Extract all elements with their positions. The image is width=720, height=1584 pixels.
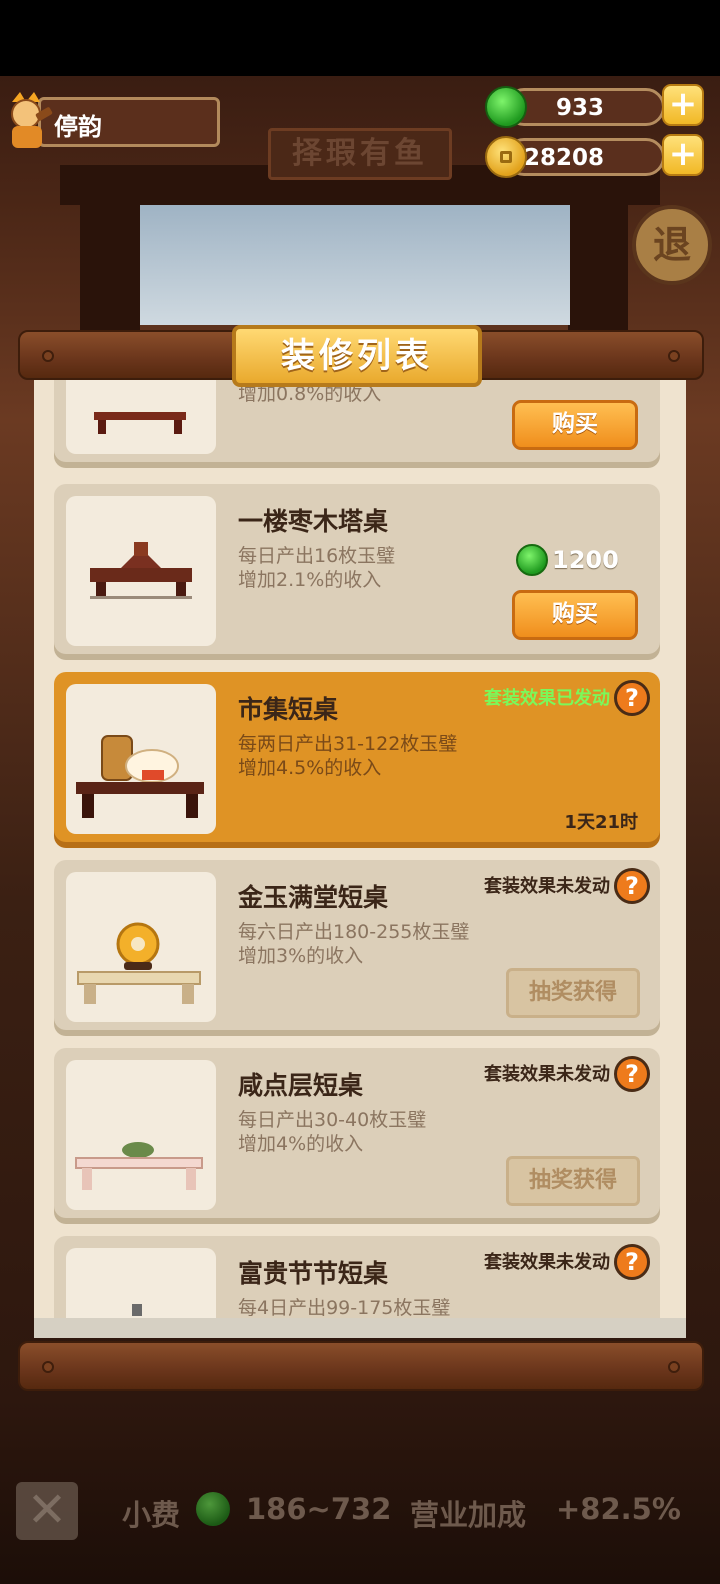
list-item[interactable]: 一楼枣木塔桌 每日产出16枚玉璧 增加2.1%的收入 1200 购买 [54,484,660,654]
coin-icon [485,136,527,178]
pin-icon [668,1361,680,1373]
set-effect-status: 套装效果未发动 [484,1252,610,1273]
add-jade-button[interactable]: + [662,84,704,126]
market-table-image [76,735,204,818]
dialog-title: 装修列表 [232,325,482,387]
table-image [132,1304,142,1316]
pin-icon [42,350,54,362]
item-name: 金玉满堂短桌 [238,883,389,912]
coin-counter: 428208 [505,138,665,176]
username: 停韵 [54,113,102,141]
background-sky [140,205,570,325]
price-value: 1200 [552,546,619,574]
list-item-selected[interactable]: 市集短桌 每两日产出31-122枚玉璧 增加4.5%的收入 套装效果已发动 ? … [54,672,660,842]
scroll-bottom-bar [18,1341,704,1391]
jade-icon [196,1492,230,1526]
tip-label: 小费 [122,1498,181,1532]
item-thumbnail [66,1248,216,1318]
buy-button[interactable]: 购买 [512,590,638,640]
jade-icon [516,544,548,576]
pagoda-table-image [90,542,192,599]
snack-table-image [75,1142,203,1190]
panel-bottom-edge [34,1318,686,1338]
item-thumbnail [66,872,216,1022]
remaining-time: 1天21时 [564,812,638,833]
decoration-list[interactable]: 增加0.8%的收入 购买 一楼枣木塔桌 每日产出16枚玉璧 增加2.1%的收入 … [34,376,686,1318]
lottery-button[interactable]: 抽奖获得 [506,1156,640,1206]
item-description: 每日产出16枚玉璧 增加2.1%的收入 [238,545,396,591]
item-description: 每4日产出99-175枚玉璧 [238,1297,451,1318]
background-pillar-right [568,200,628,340]
item-description: 每两日产出31-122枚玉璧 增加4.5%的收入 [238,733,458,779]
item-name: 富贵节节短桌 [238,1259,389,1288]
avatar-icon [11,92,53,148]
shop-sign: 择瑕有鱼 [268,128,452,180]
jade-icon [485,86,527,128]
list-item[interactable]: 咸点层短桌 每日产出30-40枚玉璧 增加4%的收入 套装效果未发动 ? 抽奖获… [54,1048,660,1218]
add-coin-button[interactable]: + [662,134,704,176]
help-icon[interactable]: ? [614,1244,650,1280]
help-icon[interactable]: ? [614,868,650,904]
avatar[interactable] [4,88,54,150]
buy-button[interactable]: 购买 [512,400,638,450]
list-item[interactable]: 增加0.8%的收入 购买 [54,376,660,462]
item-thumbnail [66,376,216,454]
game-screen: 择瑕有鱼 退 停韵 933 + 428208 + 增加0.8%的收入 购买 一楼… [0,0,720,1584]
set-effect-status: 套装效果已发动 [484,688,610,709]
coin-hole [500,151,512,163]
pin-icon [42,1361,54,1373]
item-thumbnail [66,1060,216,1210]
close-icon[interactable]: ✕ [16,1482,78,1540]
set-effect-status: 套装效果未发动 [484,1064,610,1085]
lottery-button[interactable]: 抽奖获得 [506,968,640,1018]
set-effect-status: 套装效果未发动 [484,876,610,897]
help-icon[interactable]: ? [614,680,650,716]
business-bonus-value: +82.5% [556,1492,681,1526]
item-thumbnail [66,496,216,646]
item-price: 1200 [516,544,619,576]
item-name: 咸点层短桌 [238,1071,364,1100]
list-item[interactable]: 金玉满堂短桌 每六日产出180-255枚玉璧 增加3%的收入 套装效果未发动 ?… [54,860,660,1030]
item-thumbnail [66,684,216,834]
list-item[interactable]: 富贵节节短桌 每4日产出99-175枚玉璧 套装效果未发动 ? [54,1236,660,1318]
tip-range: 186~732 [246,1492,392,1526]
business-bonus-label: 营业加成 [410,1498,527,1532]
jade-table-image [77,922,201,1004]
background-pillar-left [80,200,140,340]
item-name: 一楼枣木塔桌 [238,507,389,536]
decoration-list-panel: 增加0.8%的收入 购买 一楼枣木塔桌 每日产出16枚玉璧 增加2.1%的收入 … [34,376,686,1338]
table-image [94,412,186,434]
item-description: 每日产出30-40枚玉璧 增加4%的收入 [238,1109,427,1155]
item-name: 市集短桌 [238,695,339,724]
exit-button[interactable]: 退 [632,205,712,285]
help-icon[interactable]: ? [614,1056,650,1092]
jade-counter: 933 [505,88,665,126]
item-description: 每六日产出180-255枚玉璧 增加3%的收入 [238,921,470,967]
pin-icon [668,350,680,362]
